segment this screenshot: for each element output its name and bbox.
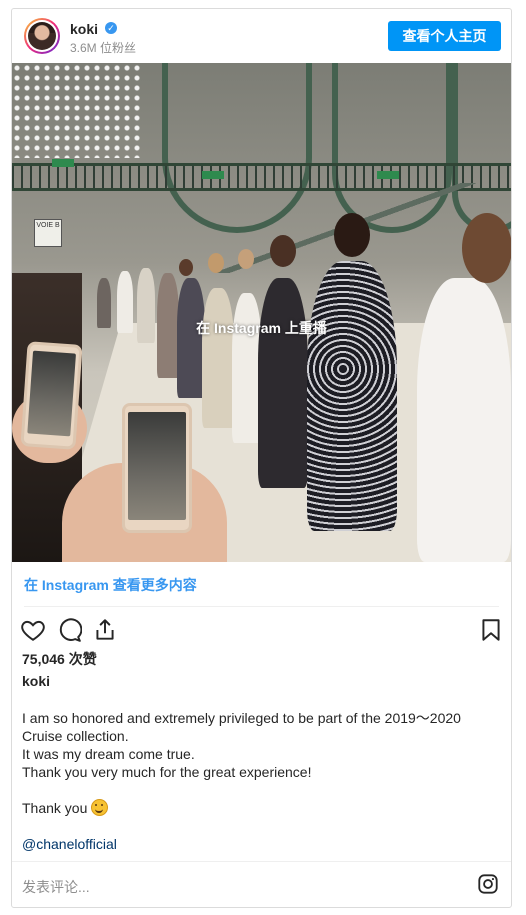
instagram-embed-card: koki ✓ 3.6M 位粉丝 查看个人主页 VOIE B 在 Instagra… bbox=[11, 8, 512, 908]
smile-emoji-icon bbox=[91, 799, 109, 816]
instagram-logo-icon[interactable] bbox=[477, 873, 499, 895]
caption-line: I am so honored and extremely privileged… bbox=[22, 710, 461, 726]
caption-thanks-line: Thank you bbox=[22, 799, 502, 817]
like-count[interactable]: 75,046 次赞 bbox=[22, 649, 97, 669]
caption-line: It was my dream come true. bbox=[22, 746, 195, 762]
stadium-lights bbox=[12, 63, 142, 158]
replay-overlay-text[interactable]: 在 Instagram 上重播 bbox=[12, 318, 511, 338]
post-actions bbox=[12, 613, 511, 647]
username[interactable]: koki bbox=[70, 21, 98, 37]
post-caption: I am so honored and extremely privileged… bbox=[22, 709, 502, 853]
voie-sign: VOIE B bbox=[34, 219, 62, 247]
avatar[interactable] bbox=[24, 18, 60, 54]
follower-count: 3.6M 位粉丝 bbox=[70, 41, 137, 55]
caption-thanks: Thank you bbox=[22, 800, 88, 816]
divider bbox=[24, 606, 499, 607]
comment-bar: 发表评论... bbox=[12, 861, 511, 908]
mention-link[interactable]: @chanelofficial bbox=[22, 836, 117, 852]
heart-icon[interactable] bbox=[20, 617, 46, 643]
comment-bubble-icon[interactable] bbox=[56, 617, 82, 643]
verified-badge-icon: ✓ bbox=[105, 22, 117, 34]
view-profile-button[interactable]: 查看个人主页 bbox=[388, 21, 501, 51]
share-icon[interactable] bbox=[92, 617, 118, 643]
post-video[interactable]: VOIE B 在 Instagram 上重播 bbox=[12, 63, 511, 562]
comment-input[interactable]: 发表评论... bbox=[22, 877, 90, 897]
caption-line: Cruise collection. bbox=[22, 728, 129, 744]
bookmark-icon[interactable] bbox=[478, 617, 504, 643]
post-header: koki ✓ 3.6M 位粉丝 查看个人主页 bbox=[12, 9, 511, 63]
caption-line: Thank you very much for the great experi… bbox=[22, 764, 312, 780]
view-more-link[interactable]: 在 Instagram 查看更多内容 bbox=[24, 575, 197, 595]
caption-author[interactable]: koki bbox=[22, 673, 50, 689]
